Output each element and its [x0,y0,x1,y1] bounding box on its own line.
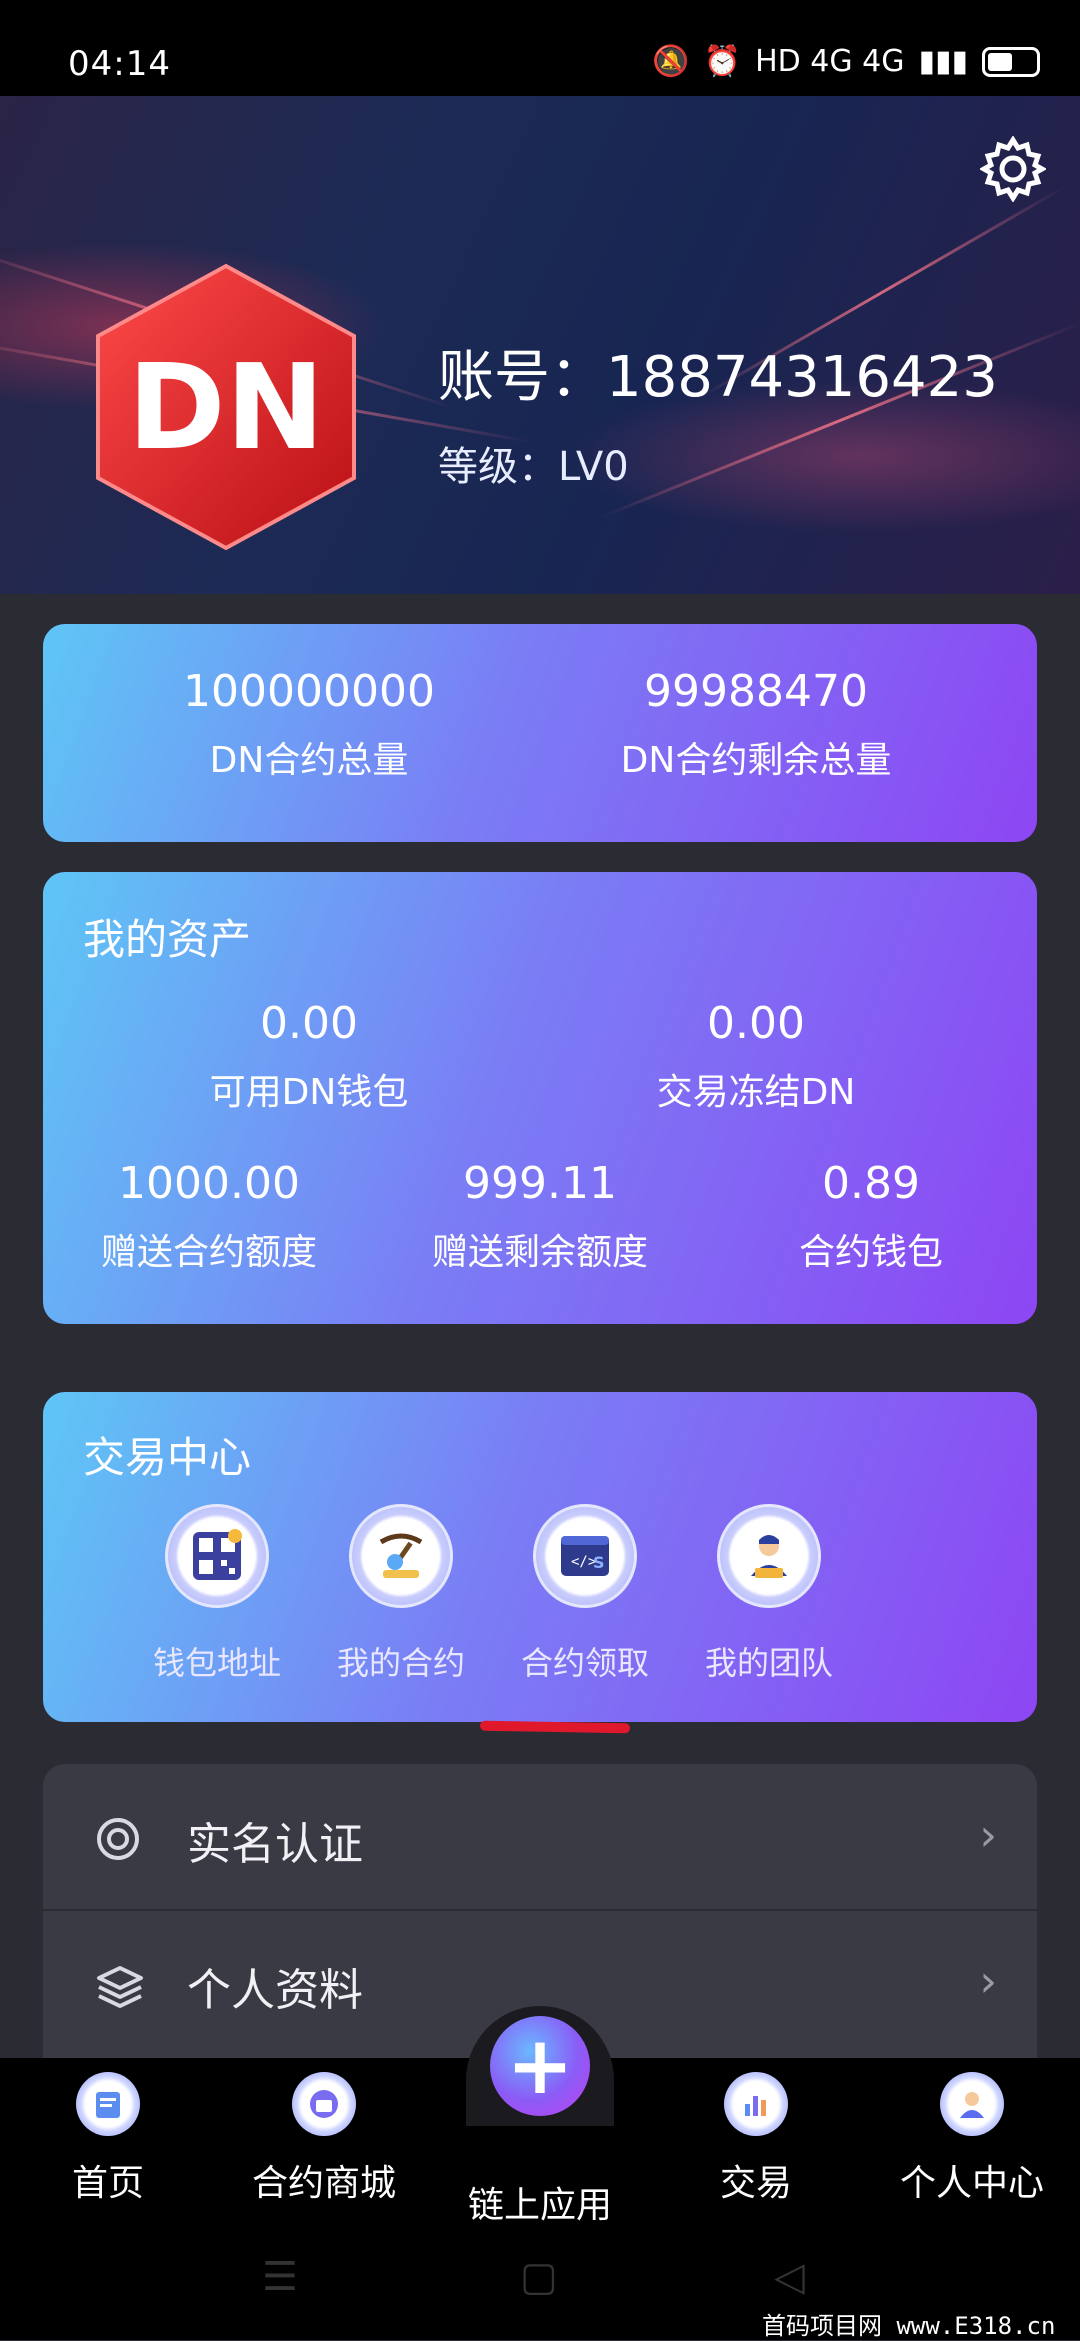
signal-icon: ▮▮▮ [918,44,968,79]
stat-value: 100000000 [183,666,435,717]
account-info: 账号：18874316423 [438,332,998,413]
plus-icon[interactable]: + [490,2016,590,2116]
stat-value: 1000.00 [118,1158,300,1209]
nav-label: 合约商城 [251,2163,396,2204]
my-contract-button[interactable]: 我的合约 [311,1504,491,1684]
battery-icon [982,46,1040,77]
menu-item-real-name[interactable]: 实名认证 › [43,1764,1037,1911]
status-icons: 🔕 ⏰ HD 4G 4G ▮▮▮ [652,44,1040,79]
back-triangle-icon[interactable]: ◁ [774,2254,805,2300]
nav-trade[interactable]: 交易 [656,2072,856,2206]
mute-icon: 🔕 [652,44,690,79]
svg-text:DN: DN [128,338,325,476]
trade-item-label: 我的团队 [704,1644,833,1682]
stat-value: 0.89 [822,1158,920,1209]
contract-wallet-stat: 0.89 合约钱包 [705,1158,1037,1275]
network-indicator: HD 4G 4G [755,44,905,79]
svg-text:S: S [593,1553,605,1572]
account-label: 账号： [438,345,606,410]
stat-label: 赠送剩余额度 [431,1232,648,1273]
menu-item-label: 实名认证 [187,1819,363,1870]
nav-label: 个人中心 [899,2163,1044,2204]
nav-profile[interactable]: 个人中心 [872,2072,1072,2206]
trade-item-label: 钱包地址 [152,1644,281,1682]
level-label: 等级： [438,444,558,490]
trade-center-title: 交易中心 [83,1433,252,1482]
frozen-dn-stat: 0.00 交易冻结DN [556,998,956,1115]
chart-icon [724,2072,788,2136]
alarm-icon: ⏰ [703,44,742,79]
profile-header: DN 账号：18874316423 等级：LV0 [0,96,1080,594]
target-icon [95,1816,141,1862]
chevron-right-icon: › [979,1810,997,1861]
stat-label: DN合约剩余总量 [620,740,892,781]
my-team-button[interactable]: 我的团队 [679,1504,859,1684]
settings-gear-icon[interactable] [978,135,1048,203]
system-navigation: ☰ ▢ ◁ [0,2254,1080,2314]
account-number: 18874316423 [606,345,998,410]
my-assets-card: 我的资产 0.00 可用DN钱包 0.00 交易冻结DN 1000.00 赠送合… [43,872,1037,1324]
gift-remaining-stat: 999.11 赠送剩余额度 [374,1158,706,1275]
home-icon [76,2072,140,2136]
total-contract-stat: 100000000 DN合约总量 [109,666,509,783]
trade-item-label: 合约领取 [520,1644,649,1682]
stat-label: DN合约总量 [209,740,409,781]
stat-value: 999.11 [463,1158,617,1209]
team-icon [717,1504,821,1608]
nav-label: 首页 [71,2163,144,2204]
menu-lines-icon[interactable]: ☰ [262,2254,298,2300]
stat-label: 交易冻结DN [656,1072,856,1113]
gift-quota-stat: 1000.00 赠送合约额度 [43,1158,375,1275]
status-time: 04:14 [68,44,171,84]
remaining-contract-stat: 99988470 DN合约剩余总量 [556,666,956,783]
stat-label: 合约钱包 [798,1232,943,1273]
mall-icon [292,2072,356,2136]
trade-center-card: 交易中心 钱包地址 我的合约 </> S 合约领取 我的团队 [43,1392,1037,1722]
bottom-navigation: 首页 合约商城 链上应用 + 交易 个人中心 ☰ ▢ ◁ [0,2006,1080,2340]
app-logo: DN [92,262,360,552]
contract-totals-card: 100000000 DN合约总量 99988470 DN合约剩余总量 [43,624,1037,842]
nav-label: 链上应用 [467,2185,612,2226]
stat-label: 赠送合约额度 [100,1232,317,1273]
wallet-address-button[interactable]: 钱包地址 [127,1504,307,1684]
nav-label: 交易 [719,2163,792,2204]
stat-value: 0.00 [707,998,805,1049]
claim-contract-button[interactable]: </> S 合约领取 [495,1504,675,1684]
qr-wallet-icon [165,1504,269,1608]
code-window-icon: </> S [533,1504,637,1608]
level-value: LV0 [558,444,629,490]
nav-chain-apps[interactable]: 链上应用 [440,2116,640,2228]
nav-home[interactable]: 首页 [8,2072,208,2206]
watermark-text: 首码项目网 www.E318.cn [762,2312,1056,2340]
status-bar: 04:14 🔕 ⏰ HD 4G 4G ▮▮▮ [0,0,1080,96]
stat-label: 可用DN钱包 [209,1072,409,1113]
available-dn-stat: 0.00 可用DN钱包 [109,998,509,1115]
assets-title: 我的资产 [83,915,252,964]
stat-value: 99988470 [644,666,868,717]
layers-icon [95,1962,143,2008]
trade-item-label: 我的合约 [336,1644,465,1682]
stat-value: 0.00 [260,998,358,1049]
mining-icon [349,1504,453,1608]
level-info: 等级：LV0 [438,434,629,492]
red-underline-annotation [479,1720,631,1734]
menu-item-label: 个人资料 [187,1965,363,2016]
square-home-icon[interactable]: ▢ [520,2254,558,2300]
chevron-right-icon: › [979,1956,997,2007]
user-icon [940,2072,1004,2136]
nav-mall[interactable]: 合约商城 [224,2072,424,2206]
